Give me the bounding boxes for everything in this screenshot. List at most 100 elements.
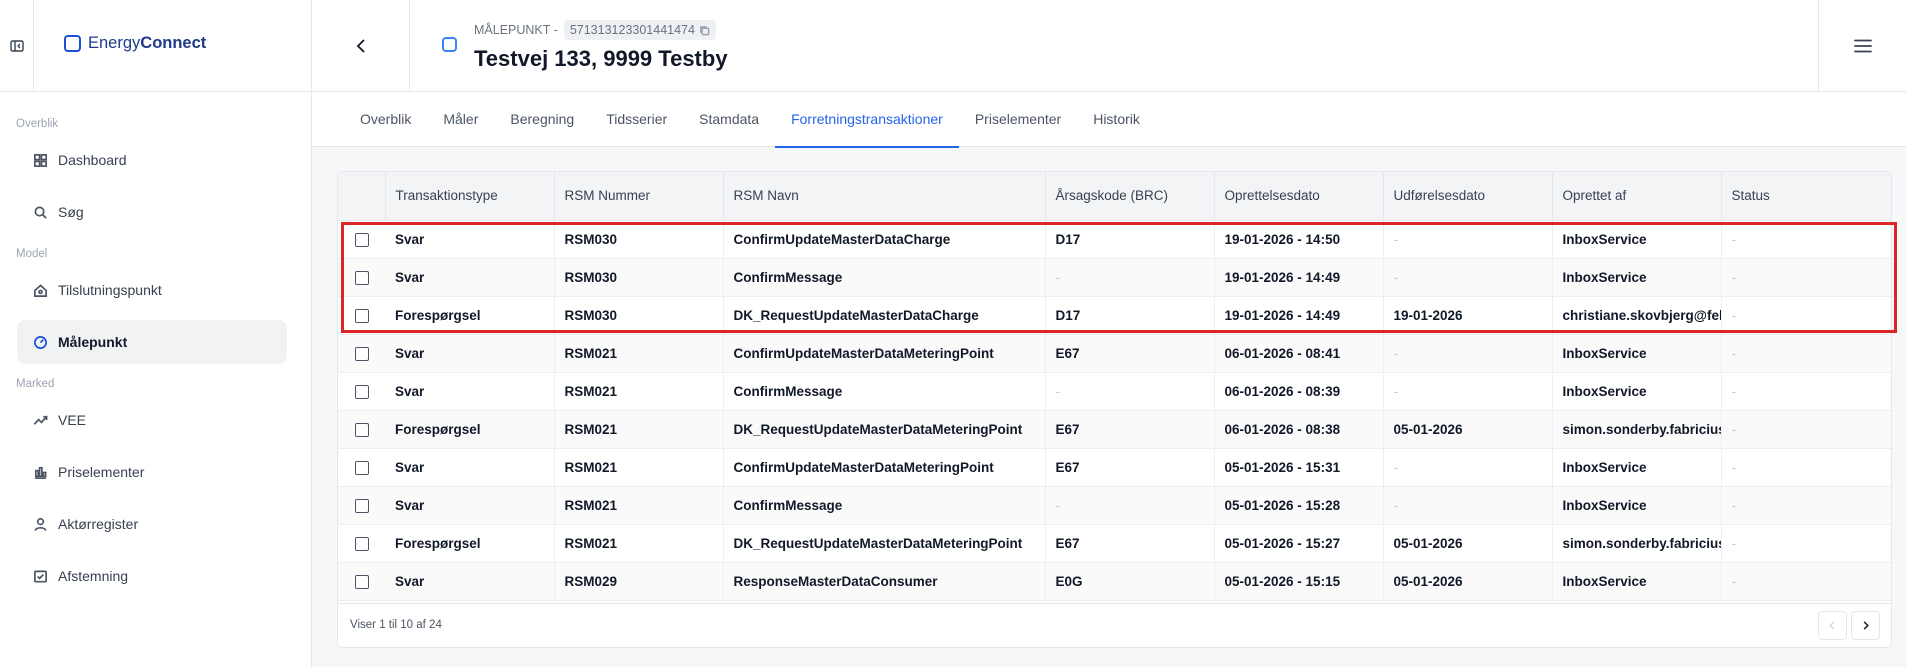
table-row[interactable]: Svar RSM021 ConfirmUpdateMasterDataMeterin…	[338, 334, 1891, 373]
table-cell: 19-01-2026 - 14:50	[1214, 220, 1384, 259]
table-cell: DK_RequestUpdateMasterDataMeteringPoint	[723, 410, 1046, 449]
sidebar-item-målepunkt[interactable]: Målepunkt	[17, 320, 287, 364]
table-cell: christiane.skovbjerg@fell	[1552, 296, 1722, 335]
table-row[interactable]: Forespørgsel RSM021 DK_RequestUpdateMaster…	[338, 410, 1891, 449]
column-header[interactable]: Transaktionstype	[385, 172, 555, 221]
tab-beregning[interactable]: Beregning	[494, 92, 590, 147]
column-header[interactable]: Årsagskode (BRC)	[1045, 172, 1215, 221]
row-checkbox[interactable]	[354, 498, 369, 513]
table-row[interactable]: Svar RSM030 ConfirmMessage -19-01-2026 - 14…	[338, 258, 1891, 297]
app-logo[interactable]: EnergyConnect	[64, 34, 206, 53]
meteringpoint-icon	[442, 37, 457, 52]
table-footer: Viser 1 til 10 af 24	[338, 603, 1891, 647]
row-select-cell	[338, 448, 385, 487]
table-cell: InboxService	[1552, 562, 1722, 601]
sidebar-item-aktørregister[interactable]: Aktørregister	[17, 502, 287, 546]
table-cell: InboxService	[1552, 372, 1722, 411]
meteringpoint-id: 571313123301441474	[569, 23, 695, 37]
copy-icon[interactable]	[699, 25, 710, 36]
table-cell: E67	[1045, 524, 1215, 563]
table-cell: 06-01-2026 - 08:38	[1214, 410, 1384, 449]
table-row[interactable]: Svar RSM021 ConfirmMessage -06-01-2026 - 08…	[338, 372, 1891, 411]
row-checkbox[interactable]	[354, 270, 369, 285]
next-page-button[interactable]	[1851, 611, 1880, 640]
table-cell: -	[1721, 296, 1891, 335]
table-cell: RSM030	[554, 258, 724, 297]
table-cell: InboxService	[1552, 258, 1722, 297]
table-cell: RSM030	[554, 296, 724, 335]
prev-page-button[interactable]	[1818, 611, 1847, 640]
table-cell: -	[1383, 448, 1553, 487]
table-cell: 19-01-2026	[1383, 296, 1553, 335]
table-cell: Svar	[385, 448, 555, 487]
sidebar-item-dashboard[interactable]: Dashboard	[17, 138, 287, 182]
table-cell: -	[1383, 372, 1553, 411]
sidebar-toggle-button[interactable]	[0, 0, 34, 92]
table-row[interactable]: Svar RSM021 ConfirmUpdateMasterDataMeterin…	[338, 448, 1891, 487]
table-cell: E67	[1045, 448, 1215, 487]
row-checkbox[interactable]	[354, 232, 369, 247]
table-row[interactable]: Svar RSM029 ResponseMasterDataConsumer E0G 0…	[338, 562, 1891, 601]
chevron-left-icon	[356, 39, 364, 53]
table-cell: -	[1721, 258, 1891, 297]
tab-historik[interactable]: Historik	[1077, 92, 1156, 147]
sidebar-item-label: Priselementer	[58, 464, 145, 480]
row-checkbox[interactable]	[354, 460, 369, 475]
table-cell: -	[1721, 372, 1891, 411]
table-row[interactable]: Forespørgsel RSM030 DK_RequestUpdateMaster…	[338, 296, 1891, 335]
column-header[interactable]: RSM Navn	[723, 172, 1046, 221]
table-cell: E67	[1045, 410, 1215, 449]
tab-forretningstransaktioner[interactable]: Forretningstransaktioner	[775, 92, 959, 148]
table-cell: 05-01-2026 - 15:15	[1214, 562, 1384, 601]
page-title: Testvej 133, 9999 Testby	[474, 46, 728, 71]
row-select-cell	[338, 334, 385, 373]
row-checkbox[interactable]	[354, 346, 369, 361]
tab-stamdata[interactable]: Stamdata	[683, 92, 775, 147]
sidebar: EnergyConnect Overblik Dashboard Søg Model T…	[0, 0, 312, 667]
row-select-cell	[338, 220, 385, 259]
transactions-table-card: Transaktionstype RSM Nummer RSM Navn Årsags…	[337, 171, 1892, 648]
table-row[interactable]: Svar RSM021 ConfirmMessage -05-01-2026 - 15…	[338, 486, 1891, 525]
select-column-header	[338, 172, 386, 221]
table-cell: Svar	[385, 334, 555, 373]
sidebar-item-priselementer[interactable]: Priselementer	[17, 450, 287, 494]
table-cell: DK_RequestUpdateMasterDataMeteringPoint	[723, 524, 1046, 563]
column-header[interactable]: Udførelsesdato	[1383, 172, 1553, 221]
sidebar-item-søg[interactable]: Søg	[17, 190, 287, 234]
table-row[interactable]: Forespørgsel RSM021 DK_RequestUpdateMaster…	[338, 524, 1891, 563]
row-select-cell	[338, 372, 385, 411]
sidebar-item-label: VEE	[58, 412, 87, 428]
back-button[interactable]	[312, 0, 410, 92]
logo-text: EnergyConnect	[88, 34, 207, 52]
table-cell: D17	[1045, 220, 1215, 259]
row-checkbox[interactable]	[354, 422, 369, 437]
row-select-cell	[338, 486, 385, 525]
tab-tidsserier[interactable]: Tidsserier	[590, 92, 683, 147]
table-row[interactable]: Svar RSM030 ConfirmUpdateMasterDataCharge D…	[338, 220, 1891, 259]
sidebar-item-label: Dashboard	[58, 152, 127, 168]
sidebar-item-afstemning[interactable]: Afstemning	[17, 554, 287, 598]
search-icon	[34, 206, 47, 219]
column-header[interactable]: Status	[1721, 172, 1891, 221]
sidebar-section-label: Model	[16, 248, 48, 260]
menu-button[interactable]	[1818, 0, 1906, 92]
column-header[interactable]: Oprettet af	[1552, 172, 1722, 221]
sidebar-item-vee[interactable]: VEE	[17, 398, 287, 442]
table-cell: -	[1045, 258, 1215, 297]
transactions-table: Transaktionstype RSM Nummer RSM Navn Årsags…	[338, 172, 1891, 601]
row-checkbox[interactable]	[354, 384, 369, 399]
column-header[interactable]: RSM Nummer	[554, 172, 724, 221]
tab-priselementer[interactable]: Priselementer	[959, 92, 1077, 147]
row-checkbox[interactable]	[354, 308, 369, 323]
meteringpoint-label: MÅLEPUNKT -	[474, 23, 558, 37]
column-header[interactable]: Oprettelsesdato	[1214, 172, 1384, 221]
row-checkbox[interactable]	[354, 574, 369, 589]
sidebar-item-tilslutningspunkt[interactable]: Tilslutningspunkt	[17, 268, 287, 312]
table-cell: -	[1045, 486, 1215, 525]
tab-måler[interactable]: Måler	[427, 92, 494, 147]
tab-overblik[interactable]: Overblik	[344, 92, 427, 147]
sidebar-section-label: Marked	[16, 378, 55, 390]
table-cell: RSM030	[554, 220, 724, 259]
row-checkbox[interactable]	[354, 536, 369, 551]
table-cell: simon.sonderby.fabricius	[1552, 410, 1722, 449]
